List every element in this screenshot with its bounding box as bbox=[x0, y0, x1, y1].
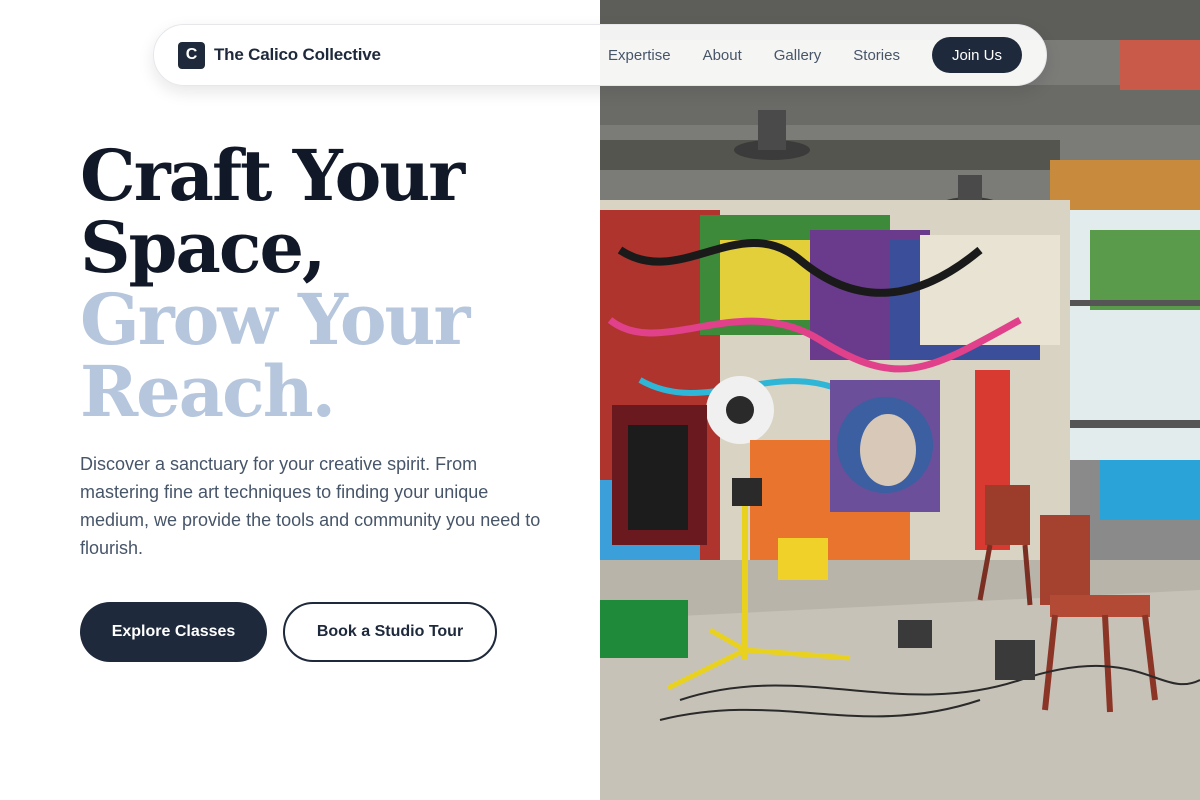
studio-illustration bbox=[600, 0, 1200, 800]
hero-title-line-3: Grow Your bbox=[80, 278, 470, 361]
explore-classes-button[interactable]: Explore Classes bbox=[80, 602, 267, 662]
brand-logo-icon: C bbox=[178, 41, 205, 69]
nav-link-gallery[interactable]: Gallery bbox=[774, 47, 822, 64]
hero-title: Craft Your Space, Grow Your Reach. bbox=[80, 134, 470, 433]
nav-link-expertise[interactable]: Expertise bbox=[608, 47, 671, 64]
nav-link-stories[interactable]: Stories bbox=[853, 47, 900, 64]
book-studio-tour-button[interactable]: Book a Studio Tour bbox=[283, 602, 497, 662]
hero-title-line-4: Reach. bbox=[80, 350, 336, 433]
hero-title-line-2: Space, bbox=[80, 206, 326, 289]
hero-description: Discover a sanctuary for your creative s… bbox=[80, 454, 541, 558]
top-navigation: C The Calico Collective Expertise About … bbox=[153, 24, 1047, 86]
hero-title-line-1: Craft Your bbox=[80, 134, 465, 217]
hero-photo-studio bbox=[600, 0, 1200, 800]
brand-name: The Calico Collective bbox=[214, 45, 381, 64]
brand[interactable]: C The Calico Collective bbox=[178, 41, 381, 69]
join-us-button[interactable]: Join Us bbox=[931, 37, 1022, 73]
nav-links: Expertise About Gallery Stories Join Us bbox=[608, 37, 1022, 73]
nav-link-about[interactable]: About bbox=[703, 47, 742, 64]
